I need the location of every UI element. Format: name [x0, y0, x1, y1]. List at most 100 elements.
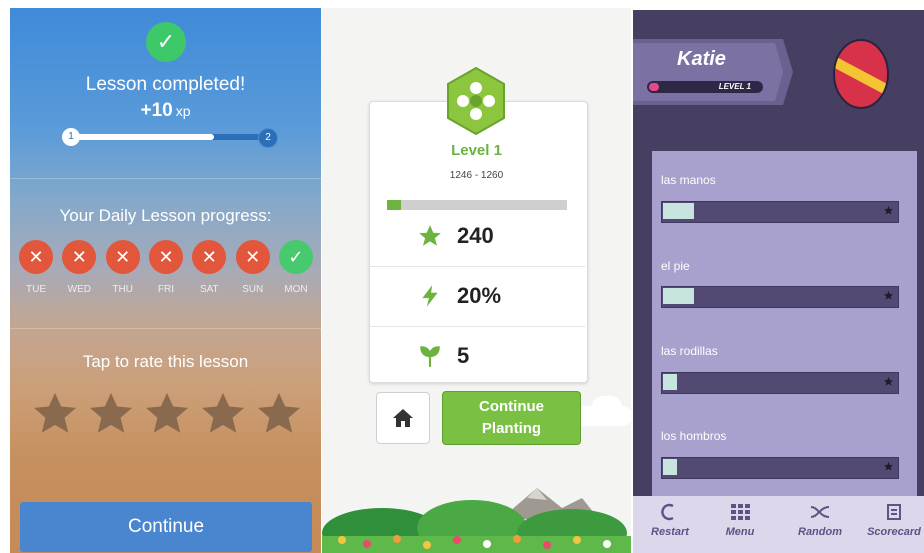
random-button[interactable]: Random [785, 496, 855, 553]
continue-button[interactable]: Continue [20, 502, 312, 552]
day-label: THU [112, 284, 133, 295]
grid-menu-icon [731, 504, 750, 520]
day-sun: ✕ SUN [235, 240, 271, 295]
day-label: TUE [26, 284, 46, 295]
level-progress-bar [387, 200, 567, 210]
stat-accuracy: 20% [417, 276, 577, 316]
xp-value: +10 [140, 100, 173, 121]
day-label: WED [67, 284, 91, 295]
divider [10, 328, 321, 329]
button-label-line2: Planting [481, 420, 542, 437]
rating-star-icon[interactable] [88, 390, 134, 436]
restart-icon [661, 503, 674, 521]
word-list: las manos el pie las rodillas los hombro… [652, 151, 917, 503]
day-label: SAT [199, 284, 219, 295]
cloud-decoration [592, 396, 622, 418]
lightning-icon [422, 285, 438, 307]
player-name: Katie [677, 48, 726, 70]
word-label: el pie [661, 259, 690, 273]
restart-button[interactable]: Restart [635, 496, 705, 553]
day-fri: ✕ FRI [148, 240, 184, 295]
player-level-bar: LEVEL 1 [647, 81, 763, 93]
xp-earned: +10 xp [10, 100, 321, 122]
xp-level-start: 1 [62, 128, 80, 146]
day-label: SUN [242, 284, 264, 295]
menu-button[interactable]: Menu [705, 496, 775, 553]
star-icon [419, 225, 441, 246]
daily-progress-title: Your Daily Lesson progress: [59, 206, 272, 225]
scorecard-icon [887, 504, 901, 520]
home-button[interactable] [376, 392, 430, 444]
button-label-line1: Continue [479, 398, 544, 415]
star-icon [883, 376, 894, 386]
sprout-icon [420, 346, 440, 367]
word-progress-fill [663, 288, 694, 304]
level-progress-fill [387, 200, 402, 210]
player-level-label: LEVEL 1 [718, 82, 751, 91]
divider [370, 326, 585, 327]
word-progress-bar[interactable] [661, 457, 899, 479]
level-title: Level 1 [451, 142, 502, 159]
cross-icon: ✕ [19, 240, 53, 274]
home-icon [393, 409, 413, 427]
cross-icon: ✕ [148, 240, 183, 274]
rating-star-icon[interactable] [200, 390, 246, 436]
word-label: los hombros [661, 429, 727, 443]
random-label: Random [798, 526, 842, 538]
day-label: FRI [157, 284, 175, 295]
xp-progress-bar: 1 2 [62, 128, 278, 148]
rate-lesson-title: Tap to rate this lesson [82, 352, 249, 371]
scorecard-button[interactable]: Scorecard [859, 496, 924, 553]
word-progress-fill [663, 203, 694, 219]
day-thu: ✕ THU [105, 240, 141, 295]
day-mon: ✓ MON [278, 240, 314, 295]
stat-value: 5 [457, 343, 470, 368]
rating-stars [32, 390, 302, 436]
continue-planting-button[interactable]: Continue Planting [442, 391, 581, 445]
lesson-complete-panel: ✓ Lesson completed! +10 xp 1 2 Your Daily… [10, 8, 321, 553]
daily-progress-days: ✕ TUE ✕ WED ✕ THU ✕ FRI ✕ SAT ✕ SUN ✓ MON [18, 240, 314, 295]
lesson-completed-title: Lesson completed! [85, 74, 246, 95]
day-sat: ✕ SAT [191, 240, 227, 295]
level-range: 1246 - 1260 [449, 170, 504, 181]
level-progress-fill [649, 83, 659, 91]
rating-star-icon[interactable] [256, 390, 302, 436]
restart-label: Restart [651, 526, 689, 538]
bottom-toolbar: Restart Menu Random Scorecard [633, 496, 924, 553]
divider [370, 266, 585, 267]
shuffle-icon [810, 506, 830, 518]
scorecard-label: Scorecard [867, 526, 921, 538]
word-label: las rodillas [661, 344, 718, 358]
star-icon [883, 205, 894, 215]
cross-icon: ✕ [192, 240, 227, 274]
flower-badge-icon [447, 66, 505, 136]
day-tue: ✕ TUE [18, 240, 54, 295]
word-progress-bar[interactable] [661, 201, 899, 223]
word-progress-fill [663, 459, 678, 475]
rating-star-icon[interactable] [144, 390, 190, 436]
lesson-complete-check-icon: ✓ [146, 22, 186, 62]
egg-avatar-icon[interactable] [831, 36, 891, 110]
xp-level-end: 2 [258, 128, 278, 148]
word-progress-bar[interactable] [661, 286, 899, 308]
xp-unit: xp [175, 103, 191, 119]
word-progress-fill [663, 374, 678, 390]
rating-star-icon[interactable] [32, 390, 78, 436]
xp-progress-fill [70, 134, 214, 140]
word-progress-bar[interactable] [661, 372, 899, 394]
check-icon: ✓ [278, 240, 313, 274]
day-wed: ✕ WED [61, 240, 97, 295]
star-icon [883, 461, 894, 471]
star-icon [883, 290, 894, 300]
stat-points: 240 [417, 216, 577, 256]
stat-value: 20% [457, 283, 502, 308]
word-label: las manos [661, 173, 716, 187]
stat-value: 240 [457, 223, 494, 248]
vocabulary-panel: Katie LEVEL 1 las manos el pie las rodil… [633, 10, 924, 553]
day-label: MON [284, 284, 308, 295]
divider [10, 178, 321, 179]
cross-icon: ✕ [105, 240, 140, 274]
menu-label: Menu [725, 526, 755, 538]
cross-icon: ✕ [62, 240, 97, 274]
stat-plants: 5 [417, 336, 577, 376]
